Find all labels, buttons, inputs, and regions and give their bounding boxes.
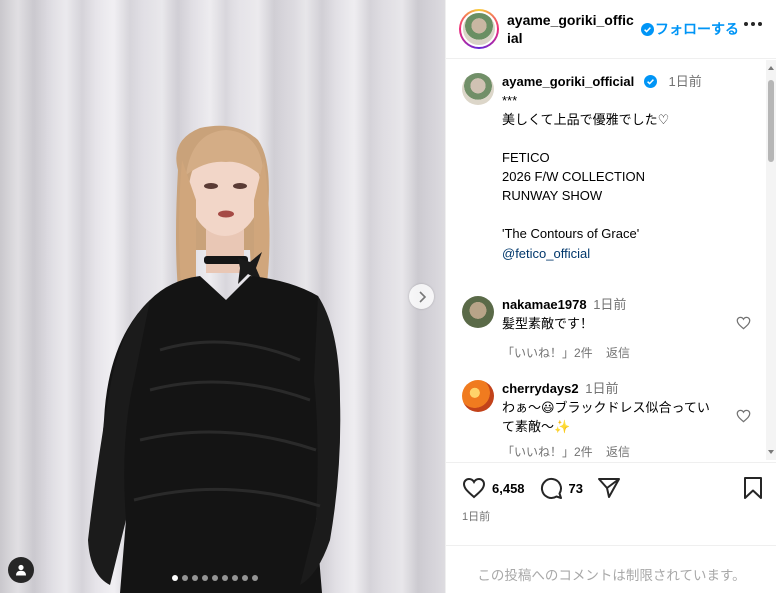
comment-time: 1日前 [585, 381, 619, 396]
heart-icon[interactable] [736, 316, 751, 330]
post-header: ayame_goriki_official フォローする [446, 0, 776, 59]
chevron-right-icon [418, 290, 426, 303]
carousel-dot [212, 575, 218, 581]
carousel-dot [202, 575, 208, 581]
post-timestamp: 1日前 [462, 511, 491, 523]
model-figure [88, 125, 341, 593]
comment-count[interactable]: 73 [569, 481, 583, 496]
carousel-dots [172, 575, 258, 581]
user-icon [16, 564, 26, 576]
avatar[interactable] [462, 73, 494, 105]
mention-link[interactable]: @fetico_official [502, 244, 702, 263]
comment-time: 1日前 [593, 297, 627, 312]
caption-time: 1日前 [668, 74, 702, 89]
reply-button[interactable]: 返信 [606, 445, 630, 459]
comment: cherrydays2 1日前 わぁ〜😃ブラックドレス似合っていて素敵〜✨ 「い… [462, 380, 722, 460]
carousel-dot [192, 575, 198, 581]
avatar[interactable] [459, 9, 499, 49]
heart-icon[interactable] [736, 409, 751, 423]
carousel-dot [232, 575, 238, 581]
comment-icon[interactable] [539, 476, 563, 500]
comments-list: ayame_goriki_official 1日前 *** 美しくて上品で優雅で… [446, 60, 776, 460]
avatar[interactable] [462, 296, 494, 328]
action-bar: 6,458 73 [446, 462, 776, 501]
carousel-dot [182, 575, 188, 581]
post-side-panel: ayame_goriki_official フォローする ayame_gorik… [445, 0, 776, 593]
comment-text: わぁ〜😃ブラックドレス似合っていて素敵〜✨ [502, 400, 710, 434]
carousel-dot [172, 575, 178, 581]
comment-likes[interactable]: 「いいね！」2件 [502, 445, 593, 459]
verified-badge-icon [641, 22, 654, 36]
comment-username[interactable]: cherrydays2 [502, 381, 579, 396]
post-photo[interactable] [0, 0, 445, 593]
comment: nakamae1978 1日前 髪型素敵です！ 「いいね！」2件 返信 [462, 296, 640, 362]
caption: ayame_goriki_official 1日前 *** 美しくて上品で優雅で… [462, 73, 702, 263]
comments-limited-notice: この投稿へのコメントは制限されています。 [446, 545, 776, 584]
carousel-dot [242, 575, 248, 581]
follow-button[interactable]: フォローする [655, 19, 739, 39]
comment-likes[interactable]: 「いいね！」2件 [502, 346, 593, 360]
bookmark-icon[interactable] [743, 477, 763, 499]
avatar[interactable] [462, 380, 494, 412]
caption-username[interactable]: ayame_goriki_official [502, 74, 634, 89]
reply-button[interactable]: 返信 [606, 346, 630, 360]
like-count[interactable]: 6,458 [492, 481, 525, 496]
carousel-dot [252, 575, 258, 581]
more-options-icon[interactable] [744, 22, 762, 26]
comment-username[interactable]: nakamae1978 [502, 297, 587, 312]
verified-badge-icon [643, 75, 657, 88]
like-heart-icon[interactable] [462, 477, 486, 499]
header-username[interactable]: ayame_goriki_official [507, 11, 635, 47]
next-photo-button[interactable] [409, 284, 434, 309]
tagged-users-button[interactable] [8, 557, 34, 583]
comment-text: 髪型素敵です！ [502, 316, 594, 331]
share-icon[interactable] [597, 477, 621, 499]
comments-scrollbar[interactable] [766, 60, 776, 460]
caption-text: *** 美しくて上品で優雅でした♡ FETICO 2026 F/W COLLEC… [502, 93, 670, 241]
carousel-dot [222, 575, 228, 581]
